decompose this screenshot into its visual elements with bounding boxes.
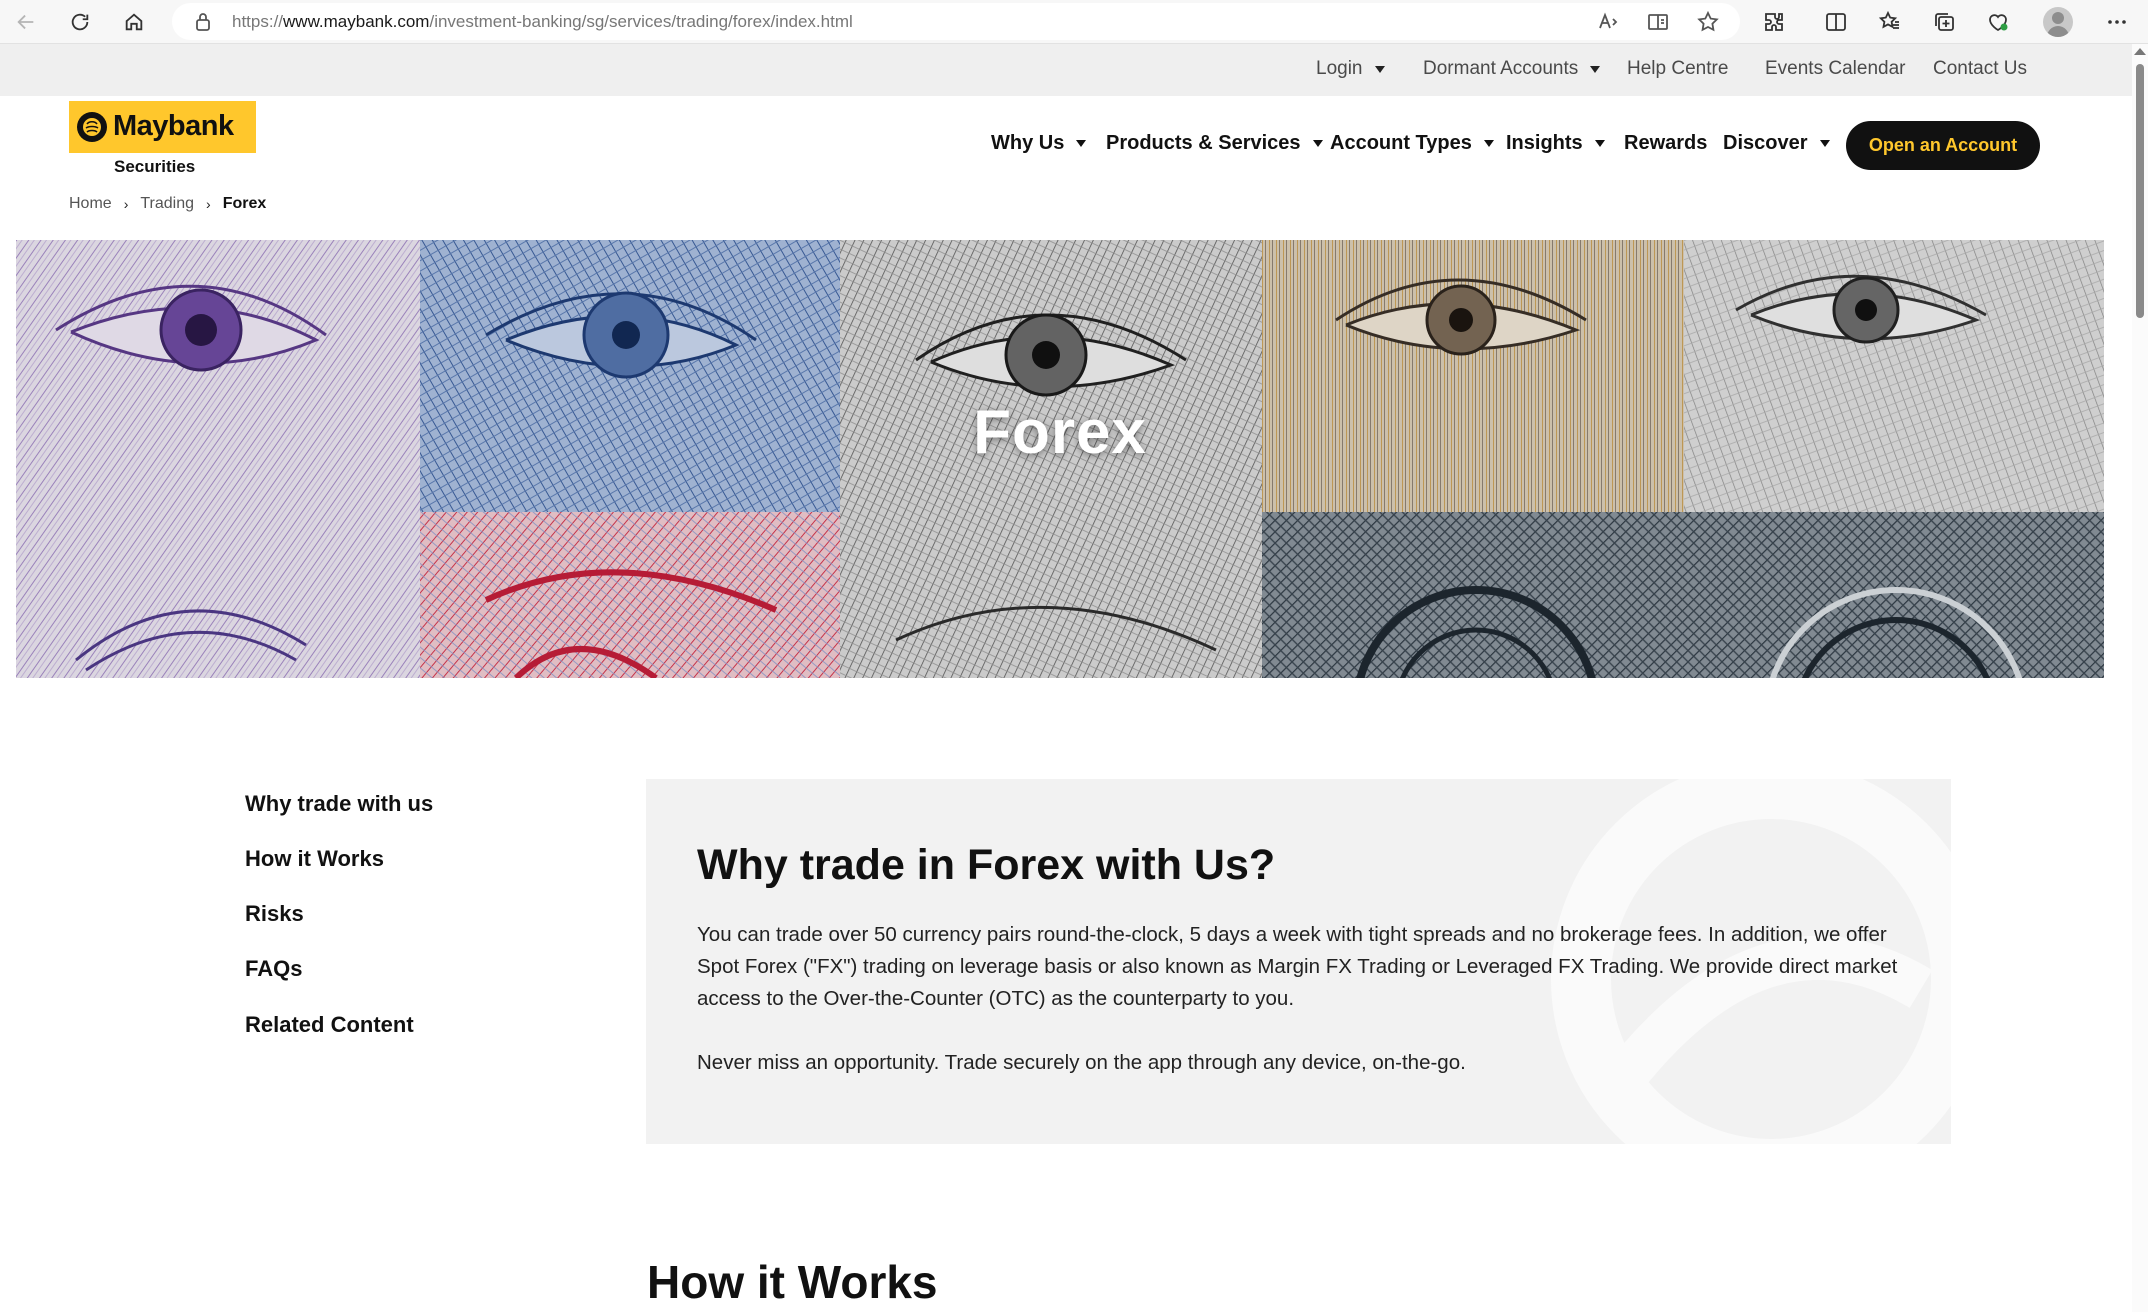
- scrollbar-thumb[interactable]: [2136, 64, 2144, 318]
- caret-down-icon: [1594, 140, 1605, 147]
- how-it-works-heading: How it Works: [647, 1256, 938, 1308]
- breadcrumb: Home › Trading › Forex: [69, 195, 266, 213]
- nav-rewards-label: Rewards: [1624, 132, 1708, 154]
- favorites-icon[interactable]: [1876, 8, 1904, 36]
- nav-products-services[interactable]: Products & Services: [1106, 132, 1323, 155]
- brand-subtitle: Securities: [114, 157, 196, 176]
- nav-insights-label: Insights: [1506, 132, 1583, 154]
- profile-avatar[interactable]: [2043, 7, 2073, 37]
- refresh-icon[interactable]: [64, 6, 96, 38]
- contact-us-label: Contact Us: [1933, 58, 2027, 79]
- events-calendar-label: Events Calendar: [1765, 58, 1906, 79]
- nav-discover-label: Discover: [1723, 132, 1808, 154]
- nav-account-types[interactable]: Account Types: [1330, 132, 1494, 155]
- sidebar-item-related-content[interactable]: Related Content: [245, 1012, 414, 1038]
- login-label: Login: [1316, 58, 1363, 79]
- nav-discover[interactable]: Discover: [1723, 132, 1830, 155]
- favorite-star-icon[interactable]: [1696, 10, 1720, 34]
- back-icon[interactable]: [10, 6, 42, 38]
- dormant-accounts-label: Dormant Accounts: [1423, 58, 1579, 79]
- nav-account-types-label: Account Types: [1330, 132, 1472, 154]
- login-menu[interactable]: Login: [1316, 58, 1385, 80]
- help-centre-label: Help Centre: [1627, 58, 1729, 79]
- caret-down-icon: [1076, 140, 1087, 147]
- chevron-right-icon: ›: [206, 196, 211, 212]
- section-title: Why trade in Forex with Us?: [697, 841, 1276, 889]
- utility-bar: Login Dormant Accounts Help Centre Event…: [0, 44, 2132, 96]
- chevron-right-icon: ›: [123, 196, 129, 212]
- contact-us-link[interactable]: Contact Us: [1933, 58, 2027, 80]
- dormant-accounts-menu[interactable]: Dormant Accounts: [1423, 58, 1601, 80]
- caret-down-icon: [1374, 65, 1385, 73]
- caret-down-icon: [1590, 65, 1601, 73]
- brand-name: Maybank: [113, 110, 234, 142]
- url-text[interactable]: https://www.maybank.com/investment-banki…: [232, 12, 853, 32]
- nav-why-us[interactable]: Why Us: [991, 132, 1087, 155]
- browser-toolbar: https://www.maybank.com/investment-banki…: [0, 0, 2148, 44]
- lock-icon[interactable]: [194, 12, 212, 32]
- nav-products-services-label: Products & Services: [1106, 132, 1301, 154]
- sidebar-item-risks[interactable]: Risks: [245, 901, 304, 927]
- immersive-reader-icon[interactable]: [1646, 10, 1670, 34]
- sidebar-item-how-it-works[interactable]: How it Works: [245, 846, 384, 872]
- breadcrumb-current: Forex: [222, 195, 267, 212]
- collections-icon[interactable]: [1930, 8, 1958, 36]
- events-calendar-link[interactable]: Events Calendar: [1765, 58, 1905, 80]
- sidebar-item-why-trade[interactable]: Why trade with us: [245, 791, 433, 817]
- extensions-icon[interactable]: [1760, 8, 1788, 36]
- open-account-button[interactable]: Open an Account: [1846, 121, 2040, 170]
- hero-banner: Forex: [16, 240, 2104, 678]
- caret-down-icon: [1819, 140, 1830, 147]
- caret-down-icon: [1312, 140, 1323, 147]
- paragraph: You can trade over 50 currency pairs rou…: [697, 923, 1898, 1010]
- breadcrumb-home[interactable]: Home: [69, 195, 112, 213]
- sidebar-item-faqs[interactable]: FAQs: [245, 956, 302, 982]
- scroll-up-arrow-icon[interactable]: [2134, 48, 2146, 55]
- more-menu-icon[interactable]: [2103, 8, 2131, 36]
- browser-essentials-icon[interactable]: [1984, 8, 2012, 36]
- hero-title: Forex: [973, 398, 1147, 467]
- read-aloud-icon[interactable]: [1596, 10, 1620, 34]
- section-body: You can trade over 50 currency pairs rou…: [697, 919, 1907, 1079]
- nav-why-us-label: Why Us: [991, 132, 1065, 154]
- why-trade-panel: Why trade in Forex with Us? You can trad…: [646, 779, 1951, 1144]
- caret-down-icon: [1483, 140, 1494, 147]
- tiger-emblem-icon: [77, 112, 107, 142]
- nav-rewards[interactable]: Rewards: [1624, 132, 1707, 155]
- breadcrumb-trading[interactable]: Trading: [140, 195, 194, 213]
- home-icon[interactable]: [118, 6, 150, 38]
- nav-insights[interactable]: Insights: [1506, 132, 1605, 155]
- address-bar[interactable]: https://www.maybank.com/investment-banki…: [172, 3, 1740, 40]
- split-screen-icon[interactable]: [1822, 8, 1850, 36]
- maybank-logo[interactable]: Maybank: [69, 101, 256, 153]
- help-centre-link[interactable]: Help Centre: [1627, 58, 1728, 80]
- paragraph: Never miss an opportunity. Trade securel…: [697, 1051, 1466, 1074]
